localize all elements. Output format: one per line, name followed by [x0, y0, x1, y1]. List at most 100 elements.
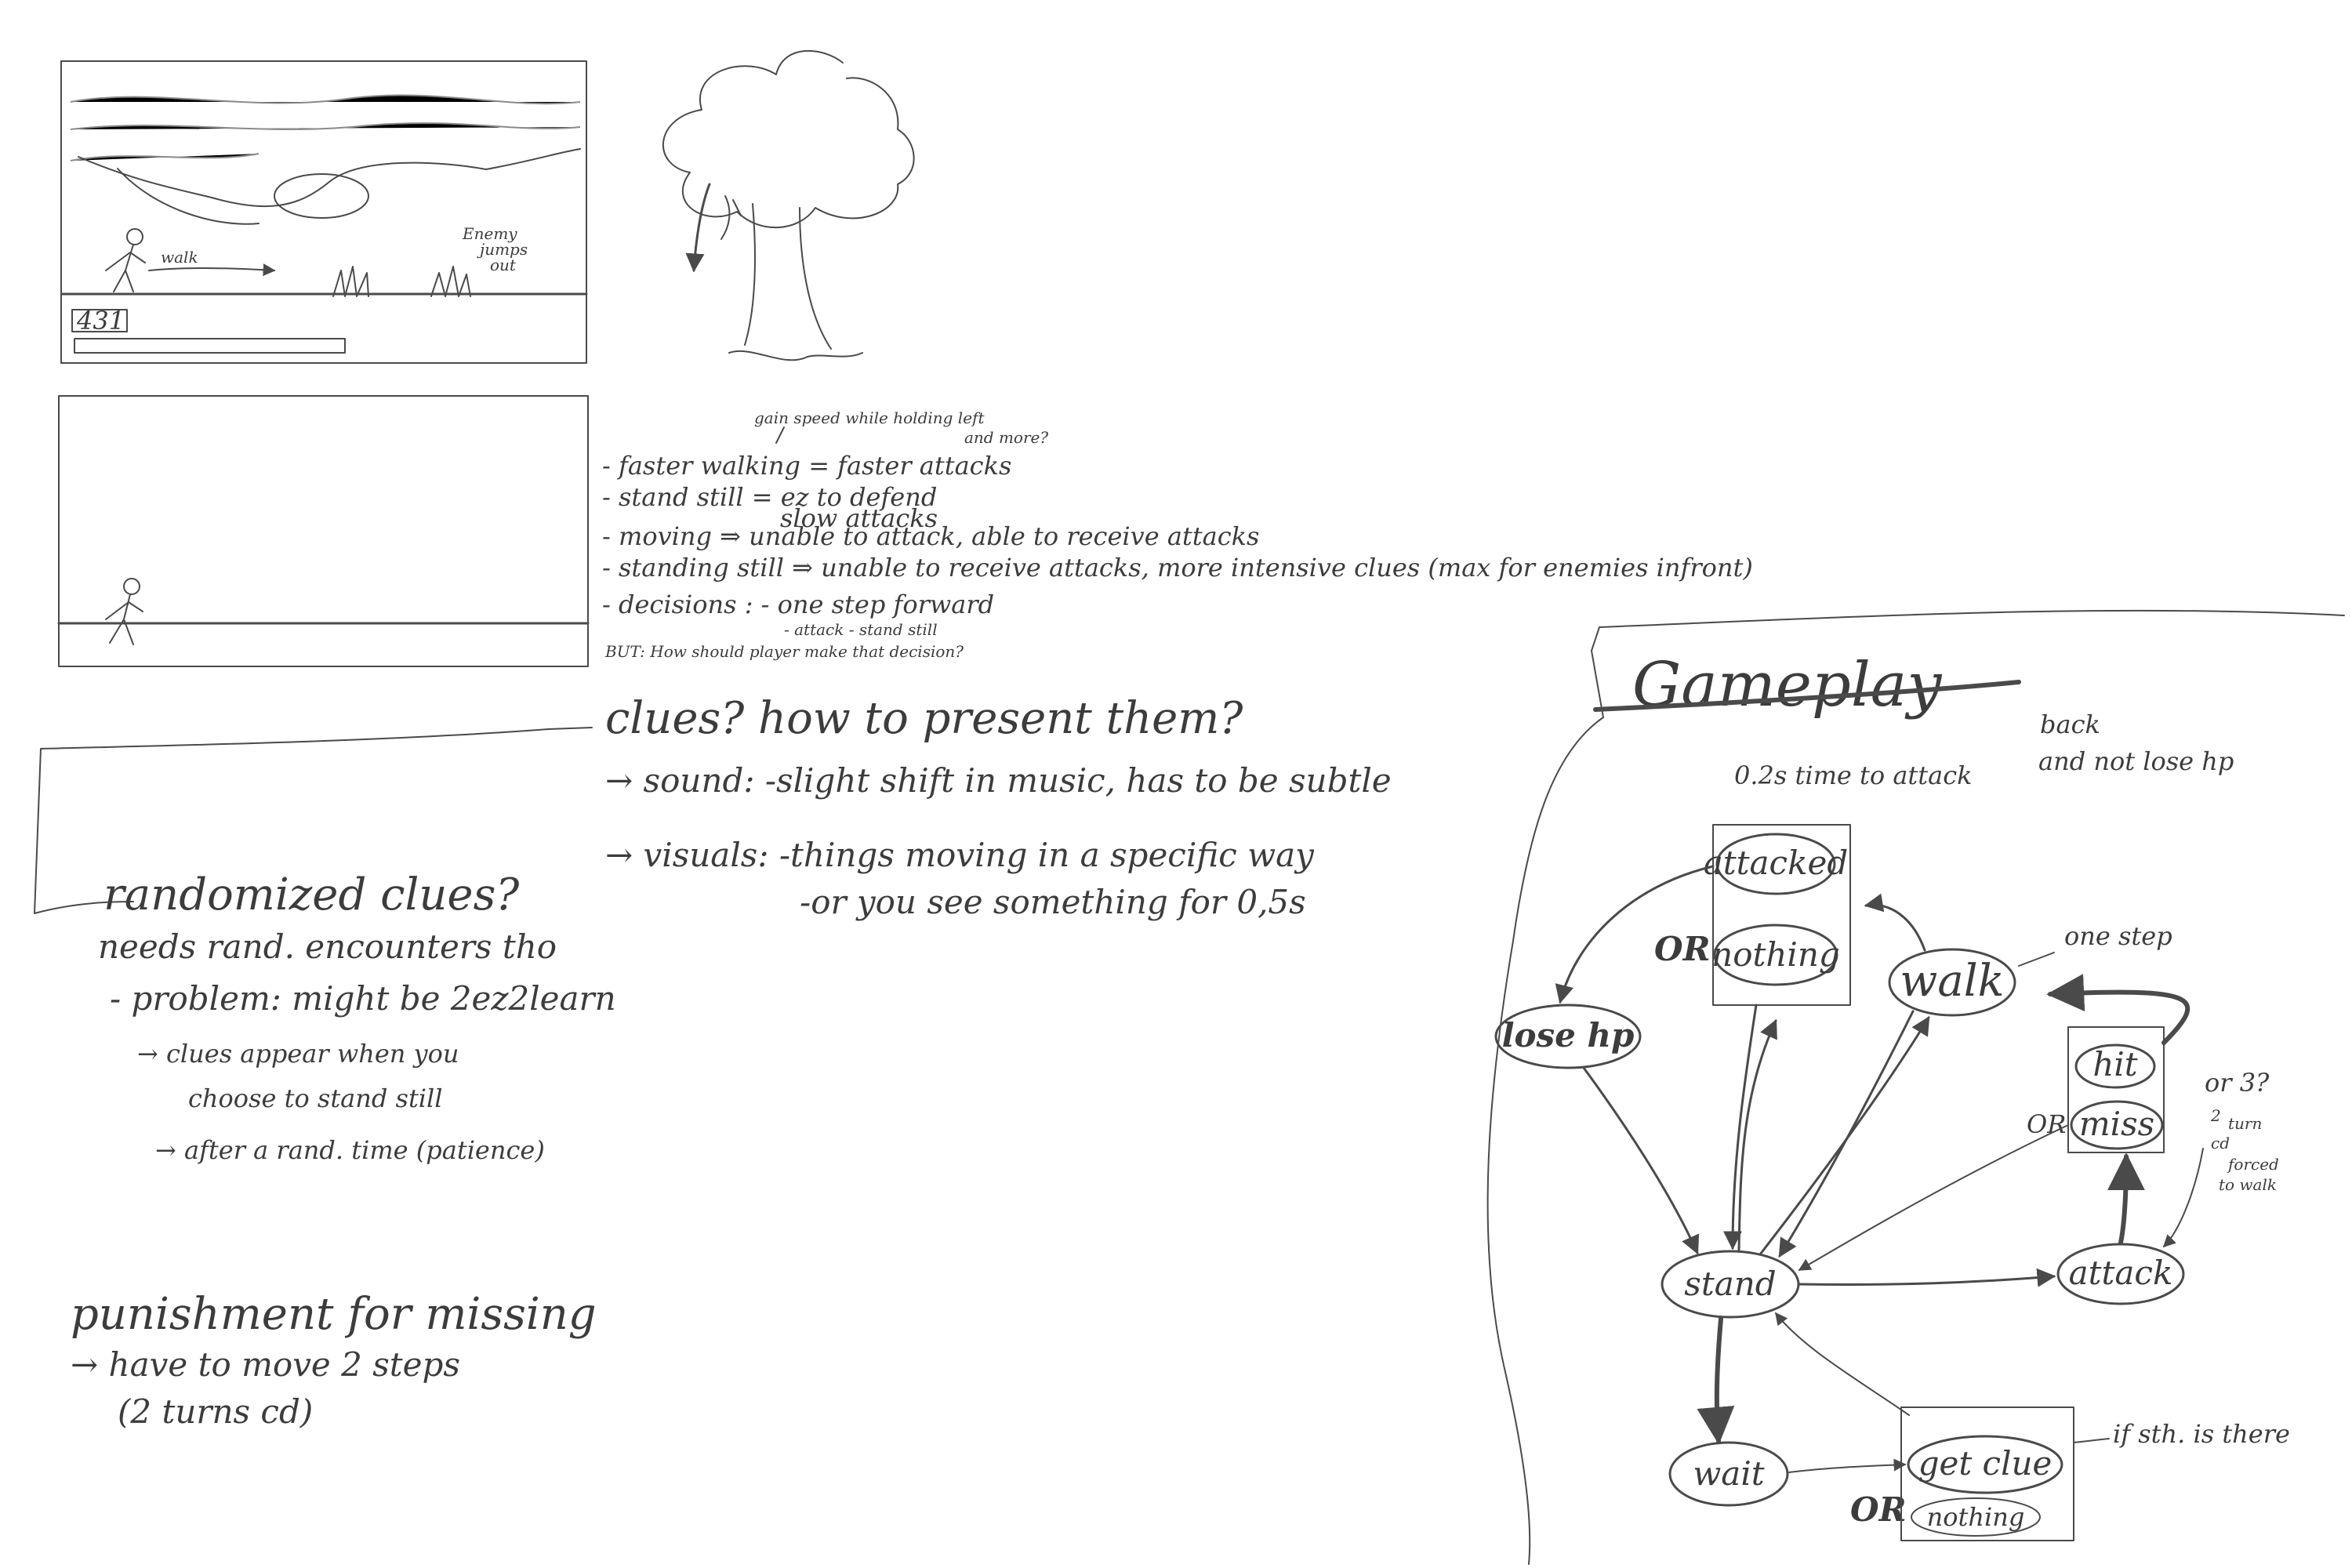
timing-note: 0.2s time to attack — [1734, 760, 1973, 790]
node-nothing-top: nothing — [1711, 924, 1840, 986]
node-attack-label: attack — [2069, 1254, 2173, 1292]
edge-walk-to-stand — [1778, 1010, 1915, 1258]
panel-frame — [58, 395, 589, 667]
clues-appear-note-2: choose to stand still — [188, 1083, 443, 1113]
edge-stand-to-wait — [1697, 1316, 1735, 1445]
node-walk: walk — [1888, 948, 2016, 1017]
node-attack: attack — [2056, 1243, 2185, 1305]
hp-label: 431 — [76, 306, 125, 336]
randomized-heading: randomized clues? — [103, 869, 520, 920]
edge-lose-hp-to-stand — [1582, 1066, 1700, 1255]
not-lose-note: and not lose hp — [2038, 746, 2234, 776]
note-pointer — [775, 426, 785, 444]
node-wait: wait — [1668, 1441, 1789, 1507]
one-step-pointer — [2018, 952, 2055, 967]
node-wait-label: wait — [1693, 1454, 1764, 1493]
edge-stand-to-attack — [1798, 1268, 2056, 1287]
turn-cd-note-1: 2 — [2210, 1106, 2221, 1125]
tree-sketch — [662, 49, 915, 361]
if-something-pointer — [2073, 1438, 2110, 1443]
node-attacked-label: attacked — [1704, 844, 1849, 882]
node-nothing-bottom: nothing — [1911, 1497, 2041, 1537]
node-lose-hp-label: lose hp — [1502, 1016, 1635, 1054]
turn-cd-note-3: cd — [2211, 1134, 2230, 1152]
cloud-line — [70, 94, 581, 105]
mechanics-notes: gain speed while holding left and more? … — [602, 408, 1753, 661]
sun-shape — [274, 173, 369, 219]
visuals-note: → visuals: -things moving in a specific … — [605, 836, 1315, 874]
clues-section: clues? how to present them? → sound: -sl… — [605, 693, 1392, 921]
standing-still-note: - standing still ⇒ unable to receive att… — [602, 553, 1753, 583]
gameplay-diagram: Gameplay 0.2s time to attack back and no… — [1486, 609, 2345, 1565]
climber-figure — [720, 195, 742, 240]
edge-get-clue-to-stand — [1775, 1312, 1910, 1416]
node-hit-label: hit — [2092, 1045, 2137, 1083]
speed-note: gain speed while holding left — [754, 408, 985, 427]
back-note: back — [2040, 710, 2100, 739]
scene-sketch-panel-bottom — [57, 395, 590, 667]
down-arrow — [685, 183, 711, 273]
bush-icon — [332, 266, 369, 297]
edge-walk-to-attacked — [1864, 893, 1926, 952]
edge-wait-to-get-clue — [1788, 1458, 1907, 1473]
cloud-line — [70, 153, 260, 162]
edge-note-to-attack — [2162, 1148, 2204, 1248]
moving-note: - moving ⇒ unable to attack, able to rec… — [602, 521, 1259, 551]
node-walk-label: walk — [1900, 956, 2004, 1007]
punishment-heading: punishment for missing — [71, 1289, 597, 1340]
and-more-note: and more? — [964, 428, 1048, 447]
edge-attack-to-miss — [2107, 1152, 2145, 1245]
cloud-line — [70, 122, 581, 130]
stick-figure — [105, 228, 146, 292]
edge-hit-to-walk — [2046, 974, 2190, 1045]
sound-note: → sound: -slight shift in music, has to … — [605, 761, 1392, 800]
node-attacked: attacked — [1704, 833, 1849, 895]
or-label-top: OR — [1654, 930, 1711, 968]
node-nothing-top-label: nothing — [1711, 935, 1840, 974]
move-steps-note: → have to move 2 steps — [71, 1345, 460, 1384]
turn-cd-note-2: turn — [2228, 1114, 2262, 1133]
walk-label: walk — [161, 248, 198, 267]
stick-figure — [105, 578, 143, 645]
if-something-note: if sth. is there — [2113, 1419, 2290, 1449]
edge-nothing-to-stand — [1723, 1004, 1758, 1250]
node-miss-label: miss — [2079, 1105, 2154, 1143]
faster-walking-note: - faster walking = faster attacks — [602, 451, 1011, 481]
needs-note: needs rand. encounters tho — [98, 927, 557, 966]
scene-sketch-panel-top: walk Enemy jumps out 431 — [60, 60, 588, 364]
node-nothing-bottom-label: nothing — [1927, 1502, 2025, 1532]
node-lose-hp: lose hp — [1494, 1004, 1642, 1069]
decisions-note: - decisions : - one step forward — [602, 590, 994, 619]
tree-roots — [728, 350, 863, 361]
one-step-note: one step — [2064, 921, 2172, 951]
visuals-note-2: -or you see something for 0,5s — [800, 883, 1306, 921]
node-miss: miss — [2070, 1100, 2164, 1150]
punishment-section: punishment for missing → have to move 2 … — [71, 1289, 597, 1431]
walk-arrow — [148, 263, 276, 277]
node-stand-label: stand — [1684, 1265, 1776, 1303]
turns-cd-note: (2 turns cd) — [118, 1392, 313, 1431]
decisions-options: - attack - stand still — [784, 620, 938, 639]
after-random-note: → after a rand. time (patience) — [155, 1135, 545, 1165]
or-three-note: or 3? — [2205, 1068, 2270, 1098]
bush-icon — [430, 266, 471, 297]
enemy-note-line-3: out — [490, 256, 517, 274]
or-label-bottom: OR — [1850, 1490, 1907, 1529]
whiteboard-canvas: walk Enemy jumps out 431 gain speed whil… — [34, 49, 2345, 1565]
node-stand: stand — [1661, 1250, 1800, 1319]
forced-note-1: forced — [2227, 1155, 2279, 1174]
hp-bar — [74, 338, 346, 354]
but-question: BUT: How should player make that decisio… — [604, 642, 964, 661]
clues-appear-note: → clues appear when you — [137, 1039, 459, 1069]
node-get-clue: get clue — [1907, 1435, 2063, 1494]
forced-note-2: to walk — [2219, 1175, 2277, 1194]
edge-stand-to-attacked — [1737, 1018, 1777, 1252]
clues-heading: clues? how to present them? — [605, 693, 1243, 744]
randomized-clues-section: randomized clues? needs rand. encounters… — [34, 727, 616, 1165]
node-get-clue-label: get clue — [1918, 1444, 2053, 1483]
tree-canopy — [662, 49, 915, 228]
node-hit: hit — [2074, 1044, 2156, 1089]
problem-note: - problem: might be 2ez2learn — [110, 979, 616, 1018]
edge-stand-to-walk — [1759, 1015, 1930, 1256]
gameplay-title: Gameplay — [1632, 650, 1942, 720]
